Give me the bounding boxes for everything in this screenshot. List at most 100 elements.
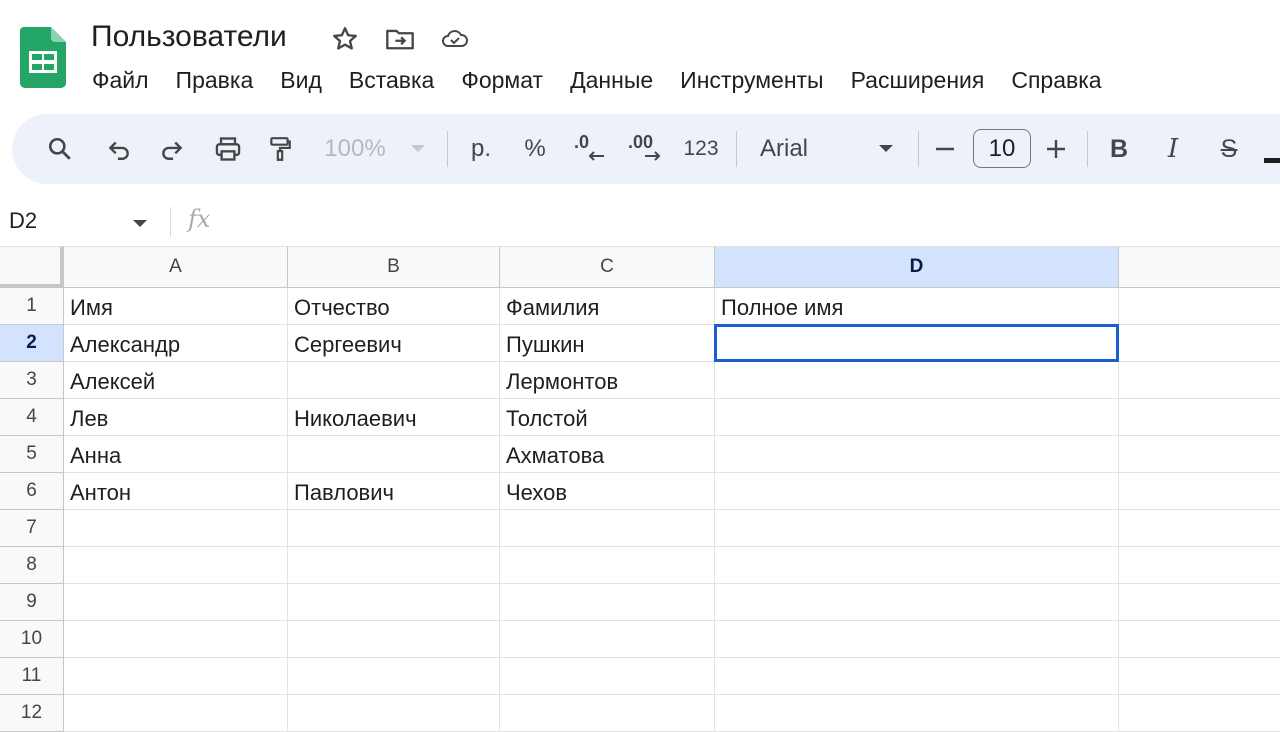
cell-e10[interactable] — [1119, 621, 1280, 658]
row-header[interactable]: 8 — [0, 547, 64, 584]
cell-e3[interactable] — [1119, 362, 1280, 399]
menu-help[interactable]: Справка — [1011, 64, 1101, 96]
active-cell-selection[interactable] — [714, 324, 1119, 362]
menu-extensions[interactable]: Расширения — [851, 64, 985, 96]
row-header[interactable]: 4 — [0, 399, 64, 436]
cloud-saved-icon[interactable] — [440, 24, 470, 54]
move-to-folder-icon[interactable] — [385, 24, 415, 54]
cell-c9[interactable] — [500, 584, 715, 621]
cell-a2[interactable]: Александр — [64, 325, 288, 362]
cell-e6[interactable] — [1119, 473, 1280, 510]
cell-c6[interactable]: Чехов — [500, 473, 715, 510]
cell-d9[interactable] — [715, 584, 1119, 621]
cell-d8[interactable] — [715, 547, 1119, 584]
more-formats-button[interactable]: 123 — [682, 114, 720, 184]
text-color-icon[interactable] — [1264, 158, 1280, 163]
cell-c3[interactable]: Лермонтов — [500, 362, 715, 399]
cell-d11[interactable] — [715, 658, 1119, 695]
cell-e1[interactable] — [1119, 288, 1280, 325]
cell-a1[interactable]: Имя — [64, 288, 288, 325]
cell-c1[interactable]: Фамилия — [500, 288, 715, 325]
cell-b10[interactable] — [288, 621, 500, 658]
cell-d4[interactable] — [715, 399, 1119, 436]
paint-format-icon[interactable] — [265, 114, 295, 184]
cell-a9[interactable] — [64, 584, 288, 621]
font-size-input[interactable]: 10 — [973, 129, 1031, 168]
cell-e9[interactable] — [1119, 584, 1280, 621]
cell-b4[interactable]: Николаевич — [288, 399, 500, 436]
row-header[interactable]: 9 — [0, 584, 64, 621]
menu-insert[interactable]: Вставка — [349, 64, 435, 96]
cell-b9[interactable] — [288, 584, 500, 621]
menu-view[interactable]: Вид — [280, 64, 322, 96]
cell-e11[interactable] — [1119, 658, 1280, 695]
row-header[interactable]: 5 — [0, 436, 64, 473]
redo-icon[interactable] — [157, 114, 187, 184]
document-title[interactable]: Пользователи — [91, 18, 287, 56]
column-header-a[interactable]: A — [64, 246, 288, 288]
cell-a10[interactable] — [64, 621, 288, 658]
cell-c10[interactable] — [500, 621, 715, 658]
formula-input[interactable] — [222, 204, 1272, 238]
row-header[interactable]: 11 — [0, 658, 64, 695]
cell-b11[interactable] — [288, 658, 500, 695]
decrease-decimal-button[interactable]: .0 — [573, 114, 607, 184]
cell-b3[interactable] — [288, 362, 500, 399]
search-icon[interactable] — [44, 114, 76, 184]
cell-d10[interactable] — [715, 621, 1119, 658]
column-header-e[interactable] — [1119, 246, 1280, 288]
zoom-select[interactable]: 100% — [322, 114, 388, 184]
undo-icon[interactable] — [104, 114, 134, 184]
italic-button[interactable]: I — [1160, 114, 1186, 184]
column-header-b[interactable]: B — [288, 246, 500, 288]
cell-b5[interactable] — [288, 436, 500, 473]
star-icon[interactable] — [330, 24, 360, 54]
cell-c8[interactable] — [500, 547, 715, 584]
strikethrough-button[interactable]: S — [1214, 114, 1244, 184]
font-dropdown-icon[interactable] — [876, 114, 896, 184]
font-family-select[interactable]: Arial — [760, 114, 820, 184]
cell-a6[interactable]: Антон — [64, 473, 288, 510]
cell-e5[interactable] — [1119, 436, 1280, 473]
percent-format-button[interactable]: % — [520, 114, 550, 184]
cell-b6[interactable]: Павлович — [288, 473, 500, 510]
cell-d7[interactable] — [715, 510, 1119, 547]
row-header[interactable]: 7 — [0, 510, 64, 547]
cell-e8[interactable] — [1119, 547, 1280, 584]
cell-a3[interactable]: Алексей — [64, 362, 288, 399]
cell-b7[interactable] — [288, 510, 500, 547]
menu-file[interactable]: Файл — [92, 64, 149, 96]
print-icon[interactable] — [212, 114, 244, 184]
row-header[interactable]: 3 — [0, 362, 64, 399]
currency-format-button[interactable]: р. — [466, 114, 496, 184]
cell-e4[interactable] — [1119, 399, 1280, 436]
cell-e2[interactable] — [1119, 325, 1280, 362]
cell-c4[interactable]: Толстой — [500, 399, 715, 436]
cell-c7[interactable] — [500, 510, 715, 547]
menu-edit[interactable]: Правка — [176, 64, 254, 96]
cell-e7[interactable] — [1119, 510, 1280, 547]
cell-a5[interactable]: Анна — [64, 436, 288, 473]
cell-e12[interactable] — [1119, 695, 1280, 732]
row-header[interactable]: 12 — [0, 695, 64, 732]
cell-c2[interactable]: Пушкин — [500, 325, 715, 362]
cell-d1[interactable]: Полное имя — [715, 288, 1119, 325]
row-header[interactable]: 2 — [0, 325, 64, 362]
menu-data[interactable]: Данные — [570, 64, 653, 96]
cell-a8[interactable] — [64, 547, 288, 584]
cell-b2[interactable]: Сергеевич — [288, 325, 500, 362]
cell-a11[interactable] — [64, 658, 288, 695]
cell-a12[interactable] — [64, 695, 288, 732]
cell-b8[interactable] — [288, 547, 500, 584]
select-all-corner[interactable] — [0, 246, 64, 288]
cell-a4[interactable]: Лев — [64, 399, 288, 436]
cell-d6[interactable] — [715, 473, 1119, 510]
row-header[interactable]: 6 — [0, 473, 64, 510]
cell-c5[interactable]: Ахматова — [500, 436, 715, 473]
row-header[interactable]: 1 — [0, 288, 64, 325]
decrease-font-size-icon[interactable] — [932, 114, 958, 184]
row-header[interactable]: 10 — [0, 621, 64, 658]
cell-c11[interactable] — [500, 658, 715, 695]
menu-tools[interactable]: Инструменты — [680, 64, 823, 96]
name-box[interactable]: D2 — [9, 208, 37, 234]
